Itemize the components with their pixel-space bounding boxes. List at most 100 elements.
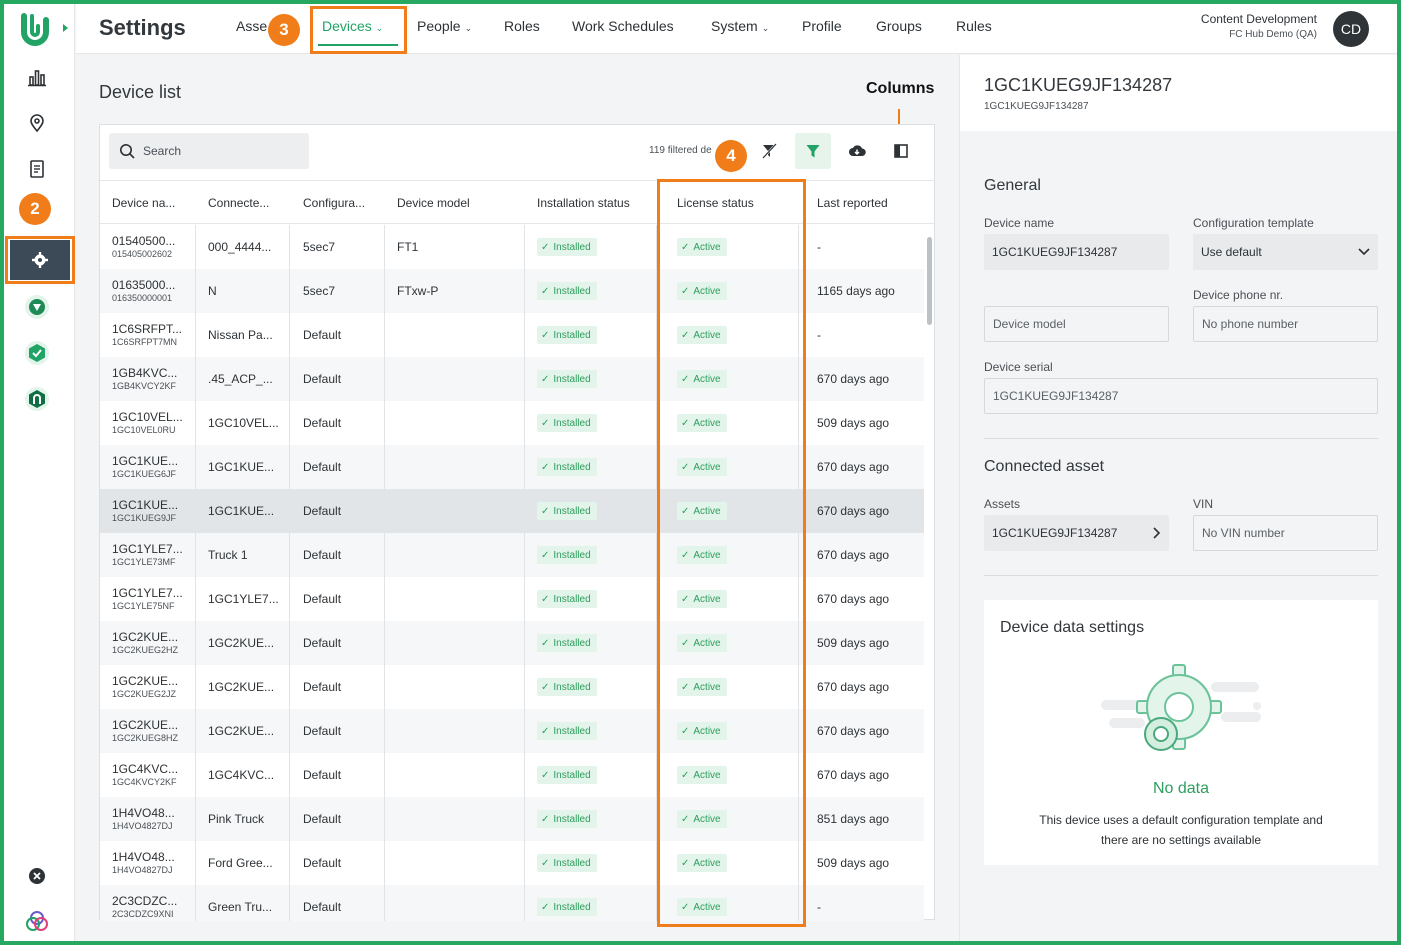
configuration-cell: 5sec7 xyxy=(303,240,336,254)
avatar[interactable]: CD xyxy=(1333,11,1369,47)
last-reported-cell: 670 days ago xyxy=(817,460,890,474)
search-input[interactable] xyxy=(143,144,293,158)
app-icon-3[interactable] xyxy=(18,380,56,418)
tab-groups[interactable]: Groups xyxy=(876,18,922,34)
chart-icon[interactable] xyxy=(18,58,56,96)
column-header-last-reported[interactable]: Last reported xyxy=(817,196,888,210)
configuration-cell: Default xyxy=(303,372,342,386)
app-icon-1[interactable] xyxy=(18,288,56,326)
check-icon: ✓ xyxy=(541,505,550,517)
logo-icon[interactable] xyxy=(16,10,54,48)
connected-asset-cell: Ford Gree... xyxy=(208,856,273,870)
column-divider xyxy=(289,577,290,621)
connected-asset-cell: 1GC4KVC... xyxy=(208,768,275,782)
connected-asset-heading: Connected asset xyxy=(984,458,1105,475)
configuration-cell: Default xyxy=(303,856,342,870)
connected-asset-cell: 1GC1KUE... xyxy=(208,460,275,474)
column-divider xyxy=(524,841,525,885)
last-reported-cell: 670 days ago xyxy=(817,592,890,606)
column-header-connected-asset[interactable]: Connecte... xyxy=(208,196,269,210)
device-data-settings-heading: Device data settings xyxy=(1000,619,1145,636)
configuration-cell: Default xyxy=(303,592,342,606)
connected-asset-cell: 1GC1YLE7... xyxy=(208,592,279,606)
column-header-device-name[interactable]: Device na... xyxy=(112,196,175,210)
check-icon: ✓ xyxy=(541,813,550,825)
help-icon[interactable] xyxy=(18,902,56,940)
connected-asset-cell: Truck 1 xyxy=(208,548,248,562)
configuration-cell: Default xyxy=(303,328,342,342)
user-name: Content Development xyxy=(1200,12,1317,26)
table-scrollbar[interactable] xyxy=(926,225,934,919)
assets-field[interactable]: 1GC1KUEG9JF134287 xyxy=(984,515,1169,551)
cloud-download-icon xyxy=(849,145,866,156)
column-divider xyxy=(289,357,290,401)
column-header-device-model[interactable]: Device model xyxy=(397,196,470,210)
column-divider xyxy=(524,401,525,445)
installation-status-chip: ✓ Installed xyxy=(537,238,597,256)
tab-rules[interactable]: Rules xyxy=(956,18,992,34)
device-list-title: Device list xyxy=(99,82,182,102)
installation-status-text: Installed xyxy=(553,549,591,561)
connected-asset-cell: 1GC1KUE... xyxy=(208,504,275,518)
column-divider xyxy=(524,445,525,489)
column-divider xyxy=(289,489,290,533)
column-header-installation-status[interactable]: Installation status xyxy=(537,196,630,210)
connected-asset-cell: Nissan Pa... xyxy=(208,328,273,342)
device-name-cell: 1GC1KUE... xyxy=(112,454,179,468)
report-icon[interactable] xyxy=(18,150,56,188)
device-model-field[interactable]: Device model xyxy=(984,306,1169,342)
column-divider xyxy=(289,709,290,753)
license-status-highlight xyxy=(657,179,806,927)
configuration-cell: 5sec7 xyxy=(303,284,336,298)
tab-roles[interactable]: Roles xyxy=(504,18,540,34)
connected-asset-cell: 1GC2KUE... xyxy=(208,680,275,694)
close-icon[interactable] xyxy=(18,857,56,895)
filter-button[interactable] xyxy=(795,133,831,169)
active-tab-indicator xyxy=(318,44,398,46)
download-button[interactable] xyxy=(839,133,875,169)
vin-field[interactable]: No VIN number xyxy=(1193,515,1378,551)
app-icon-2[interactable] xyxy=(18,334,56,372)
user-info[interactable]: Content Development FC Hub Demo (QA) xyxy=(1201,12,1317,40)
tab-system[interactable]: System ⌄ xyxy=(711,18,769,34)
column-divider xyxy=(384,665,385,709)
device-serial-field[interactable]: 1GC1KUEG9JF134287 xyxy=(984,378,1378,414)
phone-field[interactable]: No phone number xyxy=(1193,306,1378,342)
connected-asset-cell: .45_ACP_... xyxy=(208,372,273,386)
configuration-cell: Default xyxy=(303,724,342,738)
tab-assets[interactable]: Asse xyxy=(236,18,267,34)
tab-devices[interactable]: Devices ⌄ xyxy=(322,18,383,34)
config-template-value: Use default xyxy=(1201,245,1262,259)
config-template-select[interactable]: Use default xyxy=(1193,234,1378,270)
device-name-cell: 1H4VO48... xyxy=(112,850,175,864)
columns-icon xyxy=(894,144,908,158)
columns-annotation: Columns xyxy=(866,80,935,97)
column-divider xyxy=(195,709,196,753)
settings-nav-button[interactable] xyxy=(10,240,70,280)
tab-people[interactable]: People ⌄ xyxy=(417,18,472,34)
device-serial-cell: 1GC1YLE75NF xyxy=(112,601,175,611)
columns-button[interactable] xyxy=(883,133,919,169)
device-subtitle: 1GC1KUEG9JF134287 xyxy=(984,101,1089,112)
check-icon: ✓ xyxy=(541,329,550,341)
device-name-label: Device name xyxy=(984,216,1055,230)
search-field[interactable] xyxy=(109,133,309,169)
scrollbar-thumb[interactable] xyxy=(927,237,932,325)
column-divider xyxy=(524,357,525,401)
column-divider xyxy=(384,577,385,621)
column-divider xyxy=(195,225,196,269)
column-header-configuration[interactable]: Configura... xyxy=(303,196,365,210)
device-table: 119 filtered de 4 Device na... Connecte.… xyxy=(99,124,935,921)
expand-icon[interactable] xyxy=(60,20,70,39)
clear-filter-button[interactable] xyxy=(751,133,787,169)
top-bar: Settings Asse 3 Devices ⌄ People ⌄ Roles W… xyxy=(76,4,1397,54)
location-pin-icon[interactable] xyxy=(18,104,56,142)
column-divider xyxy=(384,445,385,489)
column-divider xyxy=(289,753,290,797)
tab-profile[interactable]: Profile xyxy=(802,18,842,34)
installation-status-chip: ✓ Installed xyxy=(537,766,597,784)
last-reported-cell: 509 days ago xyxy=(817,416,890,430)
installation-status-text: Installed xyxy=(553,329,591,341)
device-name-field[interactable]: 1GC1KUEG9JF134287 xyxy=(984,234,1169,270)
tab-work-schedules[interactable]: Work Schedules xyxy=(572,18,674,34)
